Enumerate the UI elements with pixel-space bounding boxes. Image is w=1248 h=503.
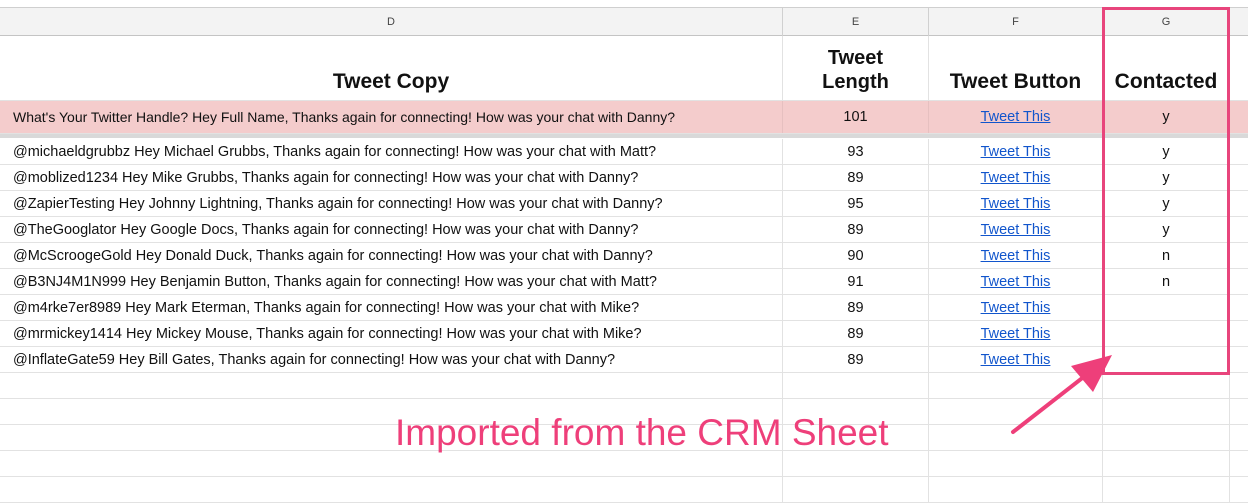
spreadsheet: D E F G Tweet Copy Tweet Length Tweet Bu… [0,0,1248,503]
crm-annotation-text: Imported from the CRM Sheet [395,412,889,453]
